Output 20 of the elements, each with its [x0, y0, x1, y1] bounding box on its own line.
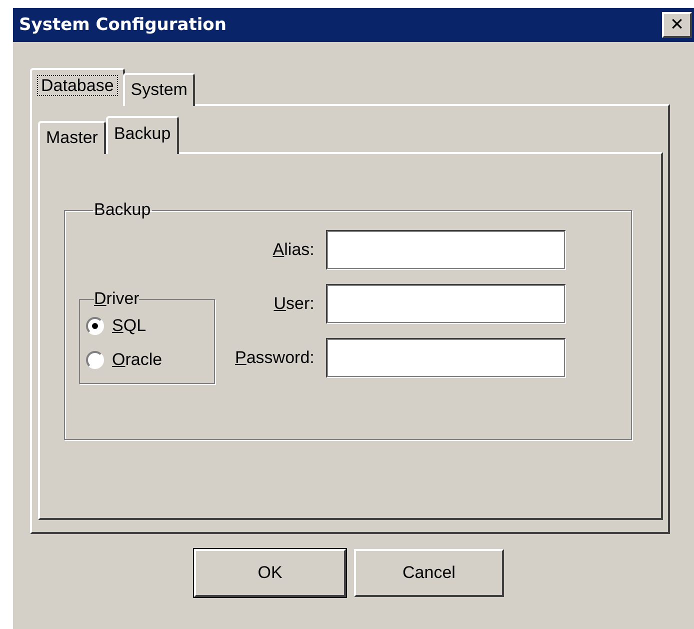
field-label: Password:: [235, 348, 314, 368]
window-title: System Configuration: [19, 15, 226, 35]
tab[interactable]: Backup: [106, 116, 179, 154]
radio-label[interactable]: Oracle: [112, 350, 162, 370]
input-field[interactable]: [326, 230, 566, 270]
radio-label[interactable]: SQL: [112, 316, 146, 336]
radio-button[interactable]: [86, 317, 104, 335]
tab[interactable]: System: [122, 73, 196, 106]
dialog-button[interactable]: OK: [194, 549, 346, 597]
input-field[interactable]: [326, 338, 566, 378]
field-label: Alias:: [272, 240, 314, 260]
tab[interactable]: Master: [38, 121, 106, 154]
group-title: Backup: [93, 200, 152, 220]
dialog-button[interactable]: Cancel: [354, 549, 504, 597]
tab[interactable]: Database: [30, 68, 125, 106]
radio-button[interactable]: [86, 351, 104, 369]
close-button[interactable]: ✕: [662, 12, 692, 38]
group-title: Driver: [94, 289, 140, 309]
input-field[interactable]: [326, 284, 566, 324]
field-label: User:: [274, 294, 314, 314]
